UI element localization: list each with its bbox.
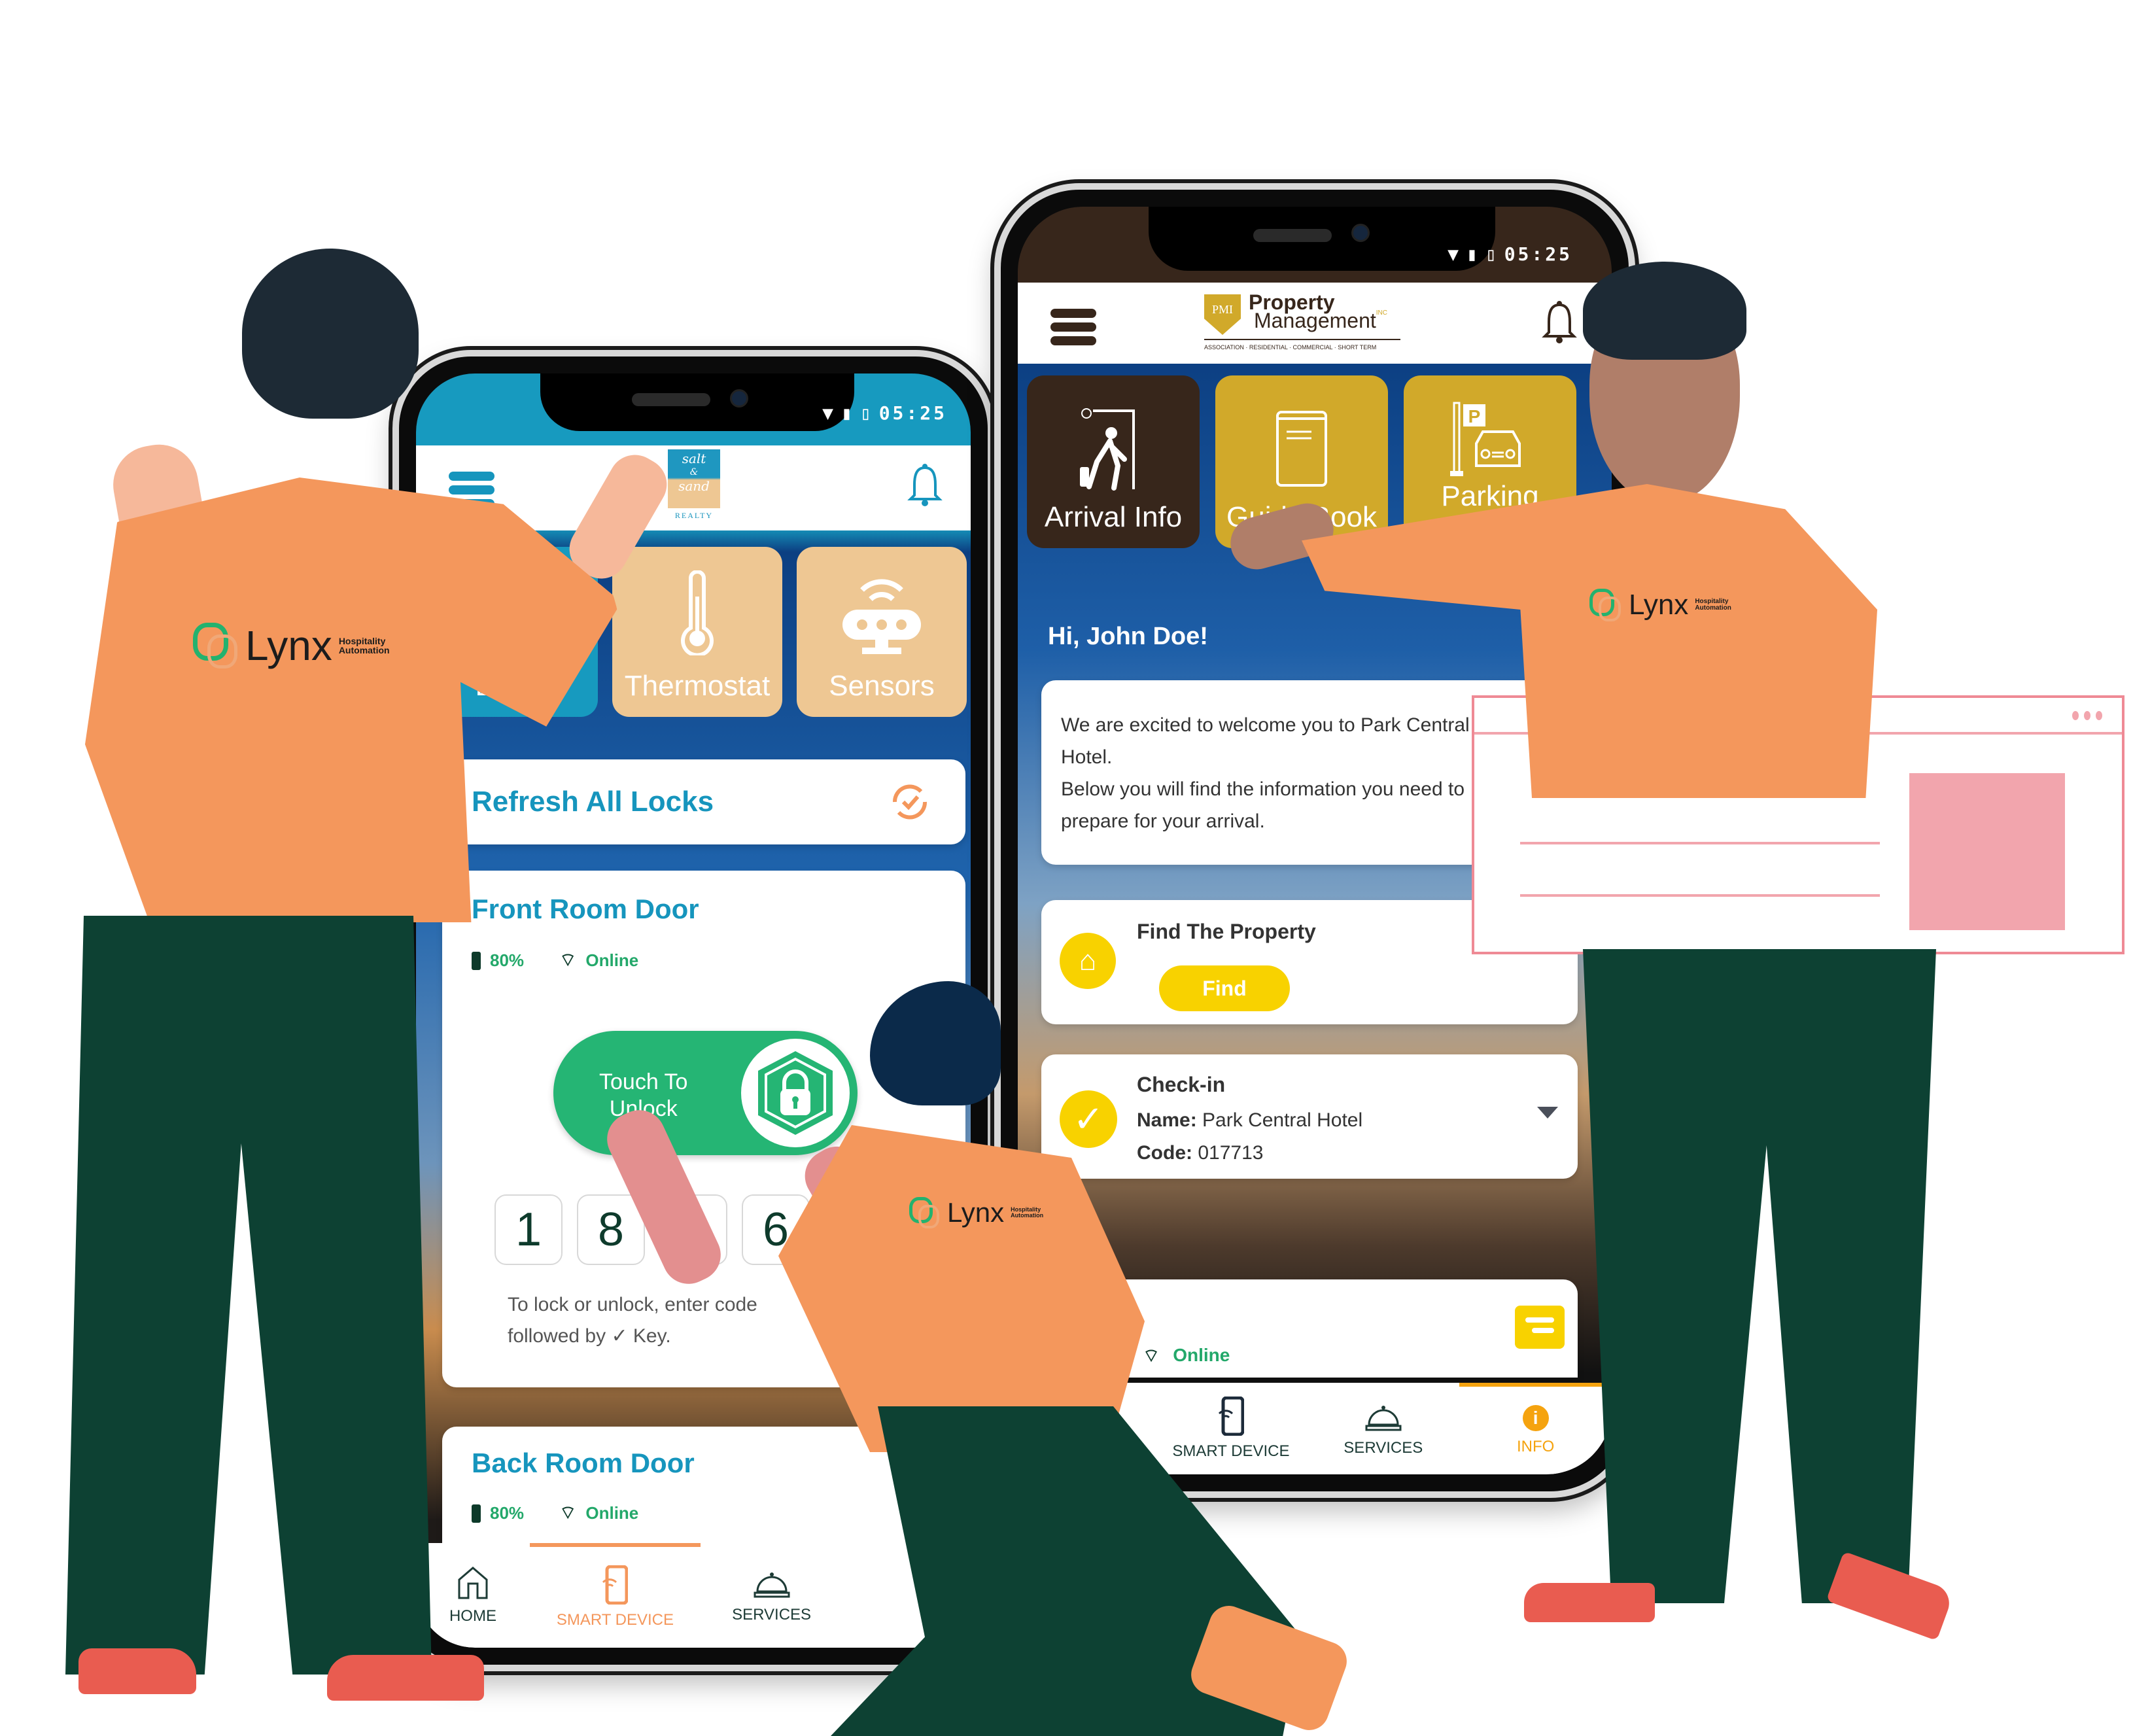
app-bar: PMI Property ManagementINC ASSOCIATION ·… bbox=[1018, 283, 1612, 364]
salt-sand-logo: salt & sand REALTY bbox=[668, 449, 720, 521]
nav-services[interactable]: SERVICES bbox=[701, 1543, 842, 1648]
pmi-logo: PMI Property ManagementINC ASSOCIATION ·… bbox=[1204, 292, 1407, 357]
nav-home[interactable]: HOME bbox=[416, 1543, 530, 1648]
notch bbox=[1149, 207, 1495, 271]
lynx-logo: Lynx Hospitality Automation bbox=[1589, 589, 1731, 621]
lynx-rings-icon bbox=[1589, 589, 1622, 621]
home-icon bbox=[458, 1567, 488, 1599]
info-icon: i bbox=[1522, 1405, 1549, 1431]
bell-icon bbox=[907, 464, 943, 506]
image-placeholder bbox=[1909, 773, 2065, 930]
unlock-knob[interactable] bbox=[741, 1039, 850, 1147]
notch bbox=[540, 373, 854, 431]
tile-sensors[interactable]: Sensors bbox=[797, 547, 967, 717]
nav-info[interactable]: i INFO bbox=[1459, 1383, 1612, 1474]
battery-level: 80% bbox=[490, 950, 525, 970]
nav-services[interactable]: SERVICES bbox=[1307, 1383, 1459, 1474]
smart-device-icon bbox=[1218, 1397, 1244, 1436]
lynx-logo: Lynx Hospitality Automation bbox=[909, 1197, 1043, 1228]
lynx-logo: Lynx Hospitality Automation bbox=[193, 621, 390, 670]
battery-icon: ▯ bbox=[859, 402, 874, 424]
status-time: 05:25 bbox=[878, 402, 947, 424]
lock-hint: To lock or unlock, enter code followed b… bbox=[508, 1294, 757, 1347]
wifi-icon: ▼ bbox=[822, 402, 836, 424]
chat-button[interactable] bbox=[1515, 1306, 1565, 1349]
book-icon bbox=[1276, 410, 1327, 487]
signal-icon: ▮ bbox=[841, 402, 855, 424]
status-bar: ▼ ▮ ▯ 05:25 bbox=[1448, 243, 1572, 265]
battery-icon: ▯ bbox=[1485, 243, 1499, 265]
nav-smart-device[interactable]: SMART DEVICE bbox=[529, 1543, 701, 1648]
lynx-rings-icon bbox=[909, 1197, 941, 1228]
smart-device-icon bbox=[602, 1565, 629, 1605]
wifi-icon: ⌔ bbox=[1142, 1345, 1160, 1366]
arrival-icon bbox=[1080, 408, 1135, 491]
house-search-icon: ⌂ bbox=[1060, 933, 1116, 989]
expand-chevron-icon[interactable] bbox=[1537, 1107, 1558, 1119]
menu-button[interactable] bbox=[1050, 309, 1096, 345]
service-bell-icon bbox=[754, 1572, 790, 1598]
find-button[interactable]: Find bbox=[1159, 965, 1290, 1011]
pmi-shield: PMI bbox=[1204, 294, 1241, 335]
parking-icon: P bbox=[1450, 402, 1521, 476]
shield-lock-icon bbox=[758, 1051, 833, 1135]
connection-status: Online bbox=[585, 950, 639, 970]
status-bar: ▼ ▮ ▯ 05:25 bbox=[822, 402, 947, 424]
battery-icon bbox=[472, 1504, 481, 1523]
wifi-icon: ⌔ bbox=[559, 950, 577, 970]
thermometer-icon bbox=[681, 570, 714, 655]
checkin-card: ✓ Check-in Name: Park Central Hotel Code… bbox=[1041, 1054, 1578, 1179]
bottom-nav: HOME SMART DEVICE SERVICES bbox=[416, 1543, 971, 1648]
window-dots-icon bbox=[2072, 711, 2102, 720]
bell-icon bbox=[1542, 301, 1577, 343]
status-time: 05:25 bbox=[1504, 243, 1572, 265]
checkmark-circle-icon: ✓ bbox=[1060, 1090, 1117, 1148]
wifi-icon: ▼ bbox=[1448, 243, 1461, 265]
battery-level: 80% bbox=[490, 1503, 525, 1523]
service-bell-icon bbox=[1365, 1406, 1402, 1431]
notification-bell-button[interactable] bbox=[905, 462, 945, 508]
tile-arrival-info[interactable]: Arrival Info bbox=[1027, 375, 1200, 548]
checkmark-icon: ✓ bbox=[611, 1325, 628, 1347]
notification-bell-button[interactable] bbox=[1540, 300, 1579, 345]
refresh-check-icon bbox=[892, 784, 928, 820]
code-digit[interactable]: 1 bbox=[494, 1194, 563, 1265]
refresh-all-locks-button[interactable]: Refresh All Locks bbox=[442, 759, 965, 844]
battery-icon bbox=[472, 951, 481, 970]
lock-name: Front Room Door bbox=[472, 894, 699, 924]
nav-smart-device[interactable]: SMART DEVICE bbox=[1155, 1383, 1308, 1474]
signal-icon: ▮ bbox=[1466, 243, 1480, 265]
greeting: Hi, John Doe! bbox=[1048, 623, 1208, 650]
connection-status: Online bbox=[585, 1503, 639, 1523]
lynx-rings-icon bbox=[193, 623, 239, 668]
lock-name: Back Room Door bbox=[472, 1448, 695, 1478]
sensor-icon bbox=[842, 579, 921, 654]
svg-text:P: P bbox=[1468, 406, 1481, 426]
wifi-icon: ⌔ bbox=[559, 1502, 577, 1523]
tile-thermostat[interactable]: Thermostat bbox=[612, 547, 782, 717]
touch-to-unlock-button[interactable]: Touch To Unlock bbox=[553, 1031, 858, 1155]
